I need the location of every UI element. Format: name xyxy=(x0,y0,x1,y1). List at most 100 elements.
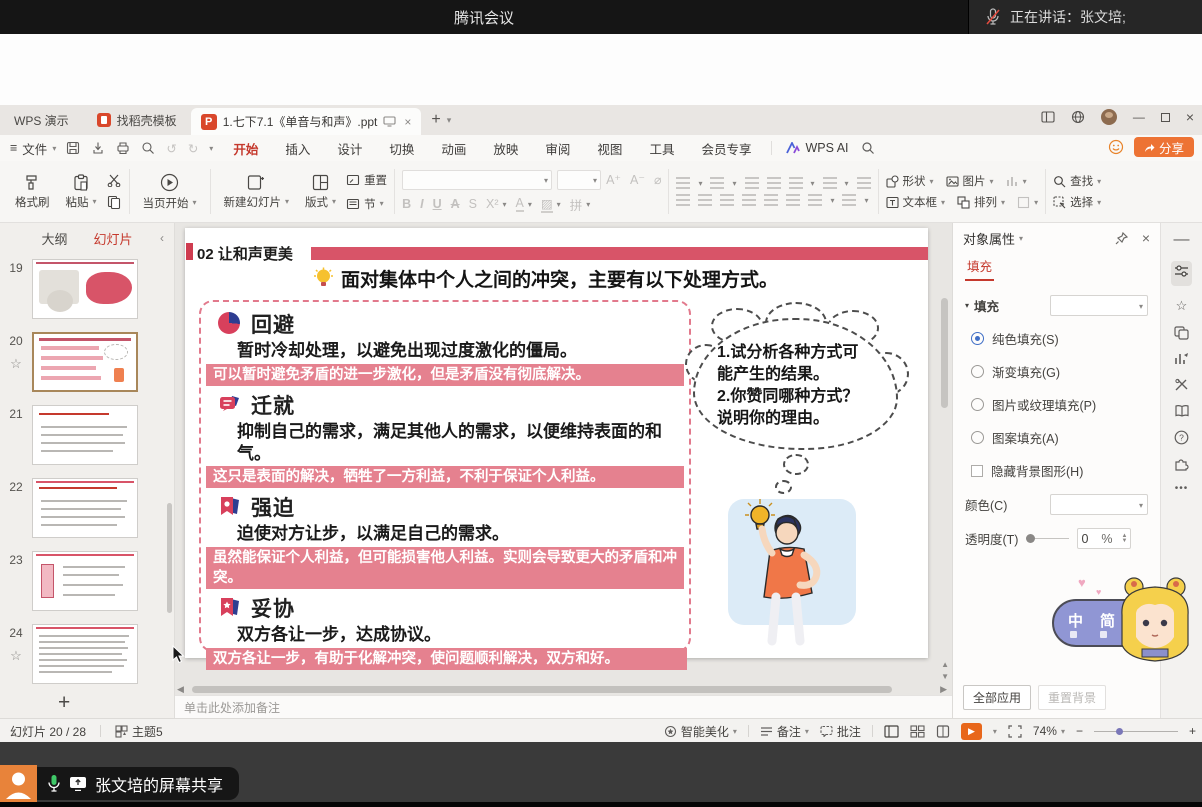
format-painter-button[interactable]: 格式刷 xyxy=(9,172,56,212)
chart-tool-icon[interactable] xyxy=(1174,352,1189,366)
scroll-right-icon[interactable]: ▶ xyxy=(940,684,947,695)
merge-shape-icon[interactable] xyxy=(857,177,871,189)
close-window-button[interactable]: × xyxy=(1186,109,1194,125)
maximize-button[interactable] xyxy=(1161,113,1170,122)
new-slide-button[interactable]: 新建幻灯片▾ xyxy=(218,172,296,212)
shapes-button[interactable]: 形状▾ xyxy=(886,173,934,189)
panel-title[interactable]: 对象属性 xyxy=(963,229,1015,248)
expand-caret-icon[interactable]: ▾ xyxy=(965,301,969,310)
close-tab-icon[interactable]: × xyxy=(404,115,411,129)
tab-design[interactable]: 设计 xyxy=(335,136,364,161)
line-spacing-icon[interactable] xyxy=(823,177,837,189)
find-button[interactable]: 查找▾ xyxy=(1053,173,1101,189)
tab-insert[interactable]: 插入 xyxy=(283,136,312,161)
account-avatar[interactable] xyxy=(1101,109,1117,125)
more-tools-icon[interactable]: ••• xyxy=(1175,483,1189,494)
bullets-icon[interactable] xyxy=(676,177,690,189)
globe-icon[interactable] xyxy=(1071,110,1085,124)
sidebar-scrollbar[interactable] xyxy=(167,503,172,613)
canvas-scroll-arrows[interactable]: ▲▼ xyxy=(941,660,949,681)
canvas-vertical-scrollbar[interactable] xyxy=(941,298,948,408)
screen-share-pill[interactable]: 张文培的屏幕共享 xyxy=(37,767,239,800)
more-caret-icon[interactable]: ▾ xyxy=(209,144,213,153)
plugin-puzzle-icon[interactable] xyxy=(1174,457,1189,471)
spinner-arrows-icon[interactable]: ▲▼ xyxy=(1122,534,1128,544)
dropdown-caret-icon[interactable]: ▾ xyxy=(1019,234,1023,243)
phonetic-guide-button[interactable]: 拼▾ xyxy=(570,195,591,214)
increase-font-icon[interactable]: A⁺ xyxy=(606,172,621,187)
numbering-icon[interactable] xyxy=(710,177,724,189)
ime-language-mode[interactable]: 中 xyxy=(1068,610,1083,631)
transparency-spinner[interactable]: 0 % ▲▼ xyxy=(1077,528,1131,549)
fill-preset-dropdown[interactable]: ▾ xyxy=(1050,295,1148,316)
tab-slides[interactable]: 幻灯片 xyxy=(94,229,133,248)
normal-view-icon[interactable] xyxy=(884,725,899,738)
tab-wps-home[interactable]: WPS 演示 xyxy=(0,105,83,135)
select-button[interactable]: 选择▾ xyxy=(1053,194,1101,210)
font-family-select[interactable]: ▾ xyxy=(402,170,552,190)
arrange-button[interactable]: 排列▾ xyxy=(957,194,1005,210)
justify-icon[interactable] xyxy=(742,194,756,206)
bold-button[interactable]: B xyxy=(402,197,411,211)
transparency-slider-track[interactable] xyxy=(1035,538,1069,539)
increase-indent-icon[interactable] xyxy=(767,177,781,189)
align-left-icon[interactable] xyxy=(676,194,690,206)
align-center-icon[interactable] xyxy=(698,194,712,206)
tools-icon[interactable] xyxy=(1174,378,1189,392)
indent-icon[interactable] xyxy=(808,194,822,206)
print-icon[interactable] xyxy=(116,141,130,155)
distribute-icon[interactable] xyxy=(764,194,778,206)
fill-tab[interactable]: 填充 xyxy=(965,253,994,281)
clear-format-icon[interactable]: ⌀ xyxy=(654,172,662,187)
close-panel-icon[interactable]: × xyxy=(1142,230,1150,246)
slide-20-thumbnail-selected[interactable] xyxy=(32,332,138,392)
add-slide-button[interactable]: + xyxy=(58,691,70,715)
undo-icon[interactable]: ↺ xyxy=(166,141,176,156)
slide-24-thumbnail[interactable] xyxy=(32,624,138,684)
properties-tool-icon-active[interactable] xyxy=(1171,261,1192,286)
slide-23-thumbnail[interactable] xyxy=(32,551,138,611)
strikethrough-button[interactable]: A xyxy=(451,197,460,211)
canvas-horizontal-scrollbar[interactable]: ◀ ▶ xyxy=(177,684,947,694)
search-icon[interactable] xyxy=(861,141,875,155)
copy-icon[interactable] xyxy=(107,195,121,209)
feedback-smiley-icon[interactable] xyxy=(1108,139,1124,155)
zoom-slider[interactable] xyxy=(1094,731,1178,732)
print-preview-icon[interactable] xyxy=(141,141,155,155)
underline-button[interactable]: U xyxy=(433,197,442,211)
output-icon[interactable] xyxy=(91,141,105,155)
new-tab-button[interactable]: + xyxy=(431,111,440,129)
slide-19-thumbnail[interactable] xyxy=(32,259,138,319)
tab-tools[interactable]: 工具 xyxy=(647,136,676,161)
wps-ai-button[interactable]: WPS AI xyxy=(771,141,848,155)
paste-button[interactable]: 粘贴▾ xyxy=(60,172,103,212)
fill-option-gradient[interactable]: 渐变填充(G) xyxy=(971,362,1148,381)
apply-to-all-button[interactable]: 全部应用 xyxy=(963,685,1031,710)
tab-active-document[interactable]: P 1.七下7.1《单音与和声》.ppt × xyxy=(191,108,422,135)
section-button[interactable]: 节▾ xyxy=(346,196,387,212)
notes-bar[interactable]: 单击此处添加备注 xyxy=(175,695,952,718)
tab-list-caret-icon[interactable]: ▾ xyxy=(447,115,452,126)
slide-20-editor[interactable]: 02 让和声更美 面对集体中个人之间的冲突，主要有以下处理方式。 回避 xyxy=(185,228,928,658)
collapse-strip-icon[interactable]: — xyxy=(1174,231,1190,249)
shadow-button[interactable]: S xyxy=(469,197,477,211)
hide-background-checkbox[interactable]: 隐藏背景图形(H) xyxy=(971,461,1148,480)
star-icon[interactable]: ☆ xyxy=(0,356,32,372)
theme-button[interactable]: 主题5 xyxy=(115,723,163,740)
font-color-button[interactable]: A▾ xyxy=(516,196,532,212)
chart-button[interactable]: ▾ xyxy=(1006,175,1027,188)
paragraph-settings-icon[interactable] xyxy=(842,194,856,206)
transparency-slider-handle[interactable] xyxy=(1026,534,1035,543)
pin-icon[interactable] xyxy=(1115,232,1128,245)
share-button[interactable]: 分享 xyxy=(1134,137,1194,157)
fill-option-pattern[interactable]: 图案填充(A) xyxy=(971,428,1148,447)
fill-option-picture[interactable]: 图片或纹理填充(P) xyxy=(971,395,1148,414)
tab-home[interactable]: 开始 xyxy=(231,136,260,161)
tab-slideshow[interactable]: 放映 xyxy=(491,136,520,161)
help-icon[interactable]: ? xyxy=(1174,430,1189,445)
fit-to-window-icon[interactable] xyxy=(1008,725,1022,738)
superscript-button[interactable]: X²▾ xyxy=(486,197,507,211)
slideshow-play-button[interactable]: ▶ xyxy=(961,723,982,740)
collapse-sidebar-icon[interactable]: ‹ xyxy=(160,231,164,245)
slide-sorter-view-icon[interactable] xyxy=(910,725,925,738)
